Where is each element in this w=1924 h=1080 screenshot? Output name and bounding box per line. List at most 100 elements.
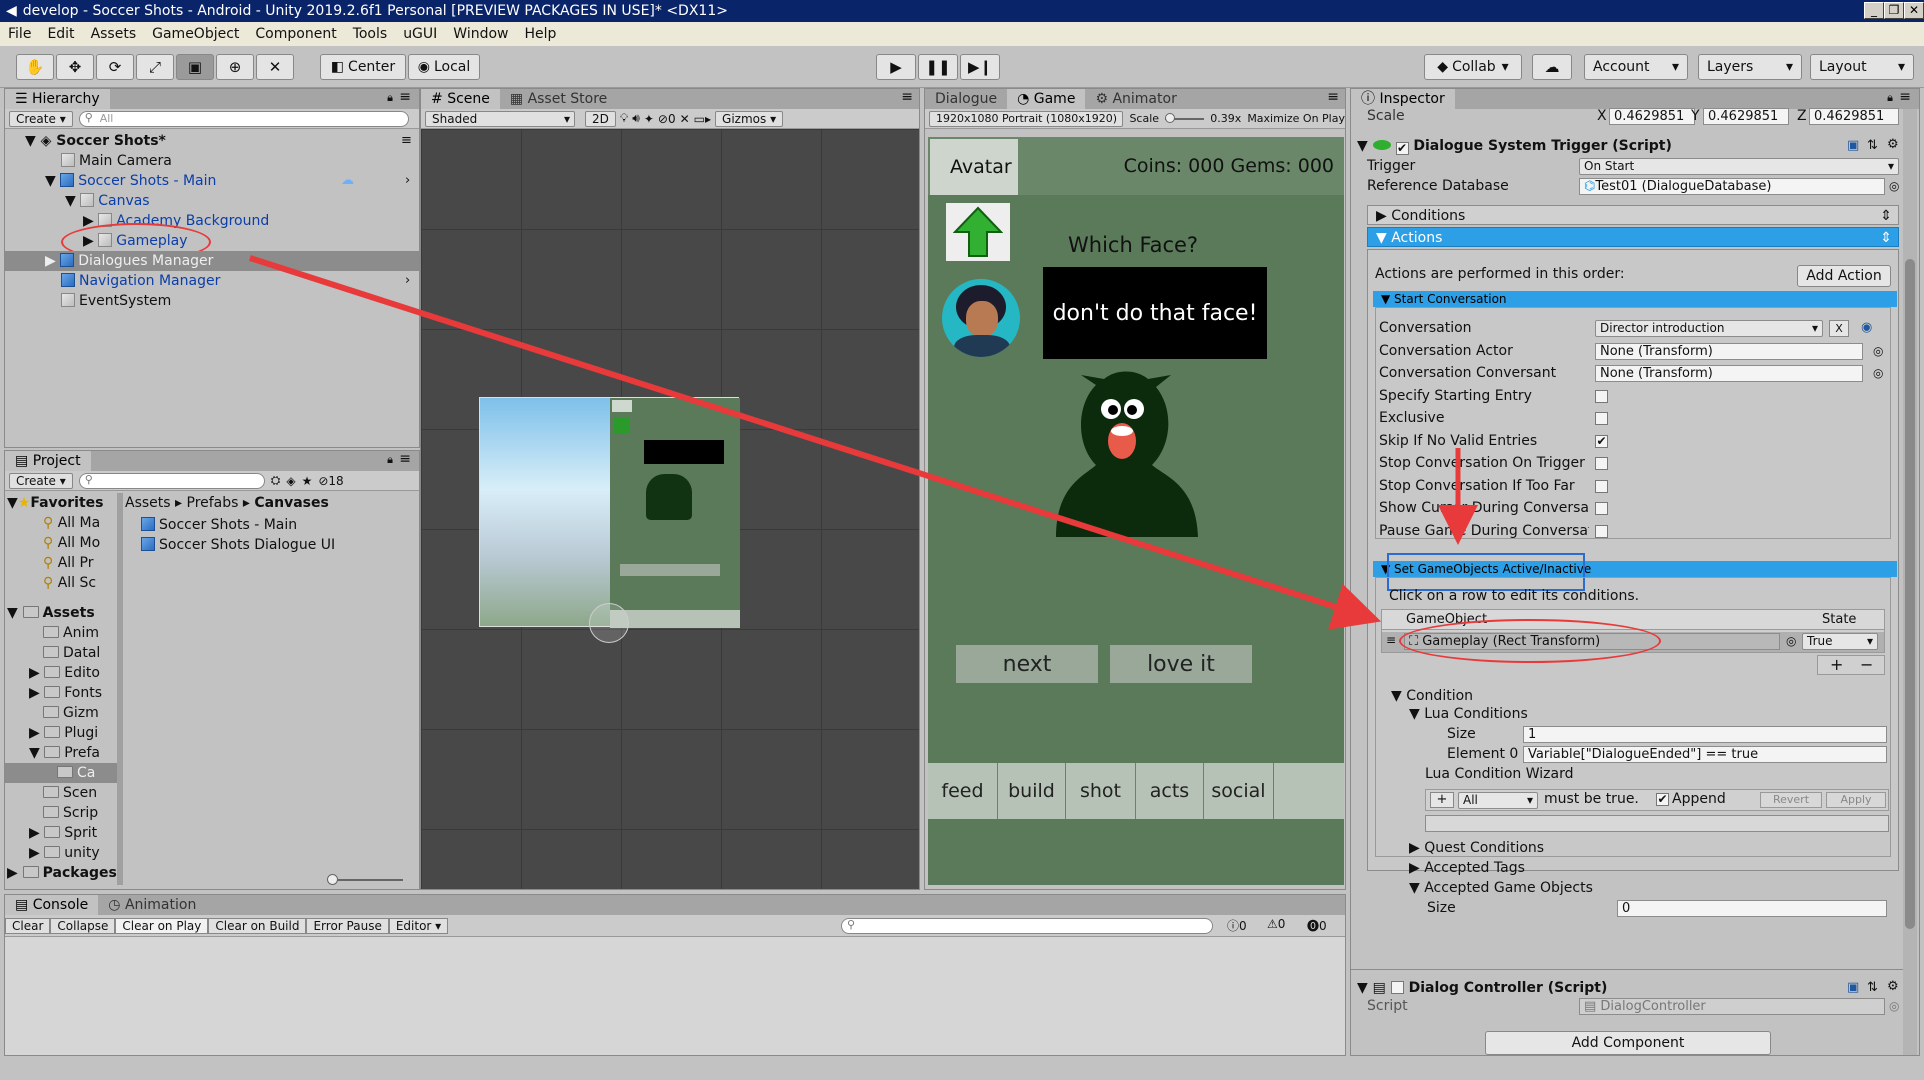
tab-game[interactable]: ◔ Game bbox=[1007, 89, 1086, 109]
accepted-tags-foldout[interactable]: ▶ Accepted Tags bbox=[1409, 859, 1525, 877]
step-button[interactable]: ▶❙ bbox=[960, 54, 1000, 80]
hierarchy-item-navigation-manager[interactable]: Navigation Manager bbox=[61, 271, 220, 291]
panel-menu-icon[interactable]: ≡ bbox=[901, 89, 913, 105]
append-checkbox[interactable]: ✔ bbox=[1656, 793, 1669, 806]
menu-help[interactable]: Help bbox=[517, 26, 565, 42]
add-action-button[interactable]: Add Action bbox=[1797, 265, 1891, 287]
specify-starting-entry-checkbox[interactable] bbox=[1595, 390, 1608, 403]
tab-console[interactable]: ▤ Console bbox=[5, 895, 99, 915]
tab-asset-store[interactable]: ▦ Asset Store bbox=[500, 89, 617, 109]
panel-menu-icon[interactable]: ≡ bbox=[399, 451, 411, 467]
breadcrumb-item[interactable]: Assets bbox=[125, 495, 171, 511]
hierarchy-item-canvas[interactable]: ▼ Canvas bbox=[65, 191, 150, 211]
hierarchy-item-main-camera[interactable]: Main Camera bbox=[61, 151, 172, 171]
warning-count[interactable]: ⚠0 bbox=[1267, 917, 1285, 931]
create-button[interactable]: Create ▾ bbox=[9, 110, 73, 127]
add-row-icon[interactable]: + bbox=[1830, 656, 1843, 674]
lock-icon[interactable]: 🔒︎ bbox=[387, 91, 393, 105]
hierarchy-item-soccer-shots-main[interactable]: ▼ Soccer Shots - Main bbox=[45, 171, 216, 191]
conversation-actor-field[interactable]: None (Transform) bbox=[1595, 343, 1863, 360]
preset-icon[interactable]: ⇅ bbox=[1867, 138, 1878, 153]
love-it-button[interactable]: love it bbox=[1110, 645, 1252, 683]
lock-icon[interactable]: 🔒︎ bbox=[387, 453, 393, 467]
rotate-tool-icon[interactable]: ⟳ bbox=[96, 54, 134, 80]
hierarchy-item-dialogues-manager[interactable]: ▶ Dialogues Manager bbox=[5, 251, 419, 271]
panel-menu-icon[interactable]: ≡ bbox=[1327, 89, 1339, 105]
scene-viewport[interactable] bbox=[421, 129, 919, 889]
expand-arrow-icon[interactable]: ▼ bbox=[1357, 138, 1373, 154]
hierarchy-search-input[interactable]: All bbox=[78, 110, 409, 127]
pivot-local-button[interactable]: ◉ Local bbox=[408, 54, 480, 80]
fav-item[interactable]: ⚲ All Sc bbox=[43, 573, 96, 593]
folder-item[interactable]: ▶ Edito bbox=[29, 663, 100, 683]
lighting-icon[interactable]: 💡︎ bbox=[620, 111, 628, 126]
accepted-gameobjects-foldout[interactable]: ▼ Accepted Game Objects bbox=[1409, 879, 1593, 897]
folder-item[interactable]: Scrip bbox=[43, 803, 98, 823]
expand-arrow-icon[interactable]: ▼ bbox=[29, 745, 44, 761]
chevron-right-icon[interactable]: › bbox=[405, 273, 410, 288]
start-conversation-header[interactable]: ▼ Start Conversation bbox=[1373, 291, 1897, 307]
conditions-foldout[interactable]: ▶ Conditions ⇕ bbox=[1367, 205, 1899, 225]
scene-root[interactable]: ▼ ◈ Soccer Shots* bbox=[25, 131, 166, 151]
filter-type-icon[interactable]: ⛭ bbox=[271, 473, 281, 488]
menu-component[interactable]: Component bbox=[247, 26, 344, 42]
play-button[interactable]: ▶ bbox=[876, 54, 916, 80]
error-count[interactable]: ⓿0 bbox=[1307, 917, 1327, 934]
editor-dropdown[interactable]: Editor ▾ bbox=[388, 917, 449, 934]
expand-arrow-icon[interactable]: ▼ bbox=[7, 605, 23, 621]
trigger-dropdown[interactable]: On Start bbox=[1579, 158, 1899, 175]
menu-icon[interactable]: ⇕ bbox=[1880, 206, 1892, 226]
fav-item[interactable]: ⚲ All Ma bbox=[43, 513, 100, 533]
panel-menu-icon[interactable]: ≡ bbox=[1899, 89, 1911, 105]
icon-size-slider[interactable] bbox=[327, 874, 403, 885]
filter-label-icon[interactable]: ◈ bbox=[286, 474, 295, 488]
add-component-button[interactable]: Add Component bbox=[1485, 1031, 1771, 1055]
menu-tools[interactable]: Tools bbox=[345, 26, 396, 42]
object-picker-icon[interactable]: ◎ bbox=[1873, 366, 1883, 380]
wizard-add-button[interactable]: + bbox=[1430, 792, 1454, 808]
expand-arrow-icon[interactable]: ▶ bbox=[45, 253, 60, 269]
menu-edit[interactable]: Edit bbox=[39, 26, 82, 42]
custom-tool-icon[interactable]: ✕ bbox=[256, 54, 294, 80]
maximize-on-play-button[interactable]: Maximize On Play bbox=[1247, 112, 1345, 125]
folder-item[interactable]: Datal bbox=[43, 643, 100, 663]
fav-item[interactable]: ⚲ All Mo bbox=[43, 533, 100, 553]
expand-arrow-icon[interactable]: ▶ bbox=[29, 845, 44, 861]
camera-icon[interactable]: ▭▸ bbox=[694, 112, 711, 126]
menu-ugui[interactable]: uGUI bbox=[395, 26, 445, 42]
menu-window[interactable]: Window bbox=[445, 26, 516, 42]
project-search-input[interactable] bbox=[78, 472, 265, 489]
layers-button[interactable]: Layers ▾ bbox=[1698, 54, 1802, 80]
lock-icon[interactable]: 🔒︎ bbox=[1887, 91, 1893, 105]
tab-animation[interactable]: ◷ Animation bbox=[98, 895, 206, 915]
scale-tool-icon[interactable]: ⤢ bbox=[136, 54, 174, 80]
breadcrumb-item[interactable]: Prefabs bbox=[187, 495, 239, 511]
hand-tool-icon[interactable]: ✋ bbox=[16, 54, 54, 80]
collapse-button[interactable]: Collapse bbox=[50, 917, 116, 934]
exclusive-checkbox[interactable] bbox=[1595, 412, 1608, 425]
breadcrumb-item[interactable]: Canvases bbox=[254, 495, 328, 511]
element0-field[interactable]: Variable["DialogueEnded"] == true bbox=[1523, 746, 1887, 763]
slider-thumb[interactable] bbox=[327, 874, 338, 885]
apply-button[interactable]: Apply bbox=[1826, 792, 1886, 808]
hidden-count-badge[interactable]: ⊘18 bbox=[318, 474, 343, 488]
expand-arrow-icon[interactable]: ▼ bbox=[65, 193, 80, 209]
panel-menu-icon[interactable]: ≡ bbox=[399, 89, 411, 105]
scene-menu-icon[interactable]: ≡ bbox=[401, 133, 412, 148]
scale-z-field[interactable]: 0.4629851 bbox=[1809, 108, 1899, 125]
account-button[interactable]: Account ▾ bbox=[1584, 54, 1688, 80]
menu-file[interactable]: File bbox=[0, 26, 39, 42]
tab-animator[interactable]: ⚙ Animator bbox=[1085, 89, 1186, 109]
favorites-header[interactable]: ▼★Favorites bbox=[7, 493, 104, 513]
size2-field[interactable]: 0 bbox=[1617, 900, 1887, 917]
tab-inspector[interactable]: ⓘ Inspector bbox=[1351, 89, 1455, 109]
actions-foldout[interactable]: ▼ Actions ⇕ bbox=[1367, 227, 1899, 247]
inspector-scrollbar[interactable] bbox=[1903, 109, 1917, 1055]
minimize-icon[interactable]: _ bbox=[1864, 2, 1884, 19]
tab-social[interactable]: social bbox=[1204, 763, 1274, 819]
folder-item[interactable]: Scen bbox=[43, 783, 97, 803]
remove-row-icon[interactable]: − bbox=[1860, 656, 1873, 674]
cloud-icon[interactable]: ☁ bbox=[1532, 54, 1572, 80]
star-icon[interactable]: ★ bbox=[302, 474, 313, 488]
show-cursor-checkbox[interactable] bbox=[1595, 502, 1608, 515]
